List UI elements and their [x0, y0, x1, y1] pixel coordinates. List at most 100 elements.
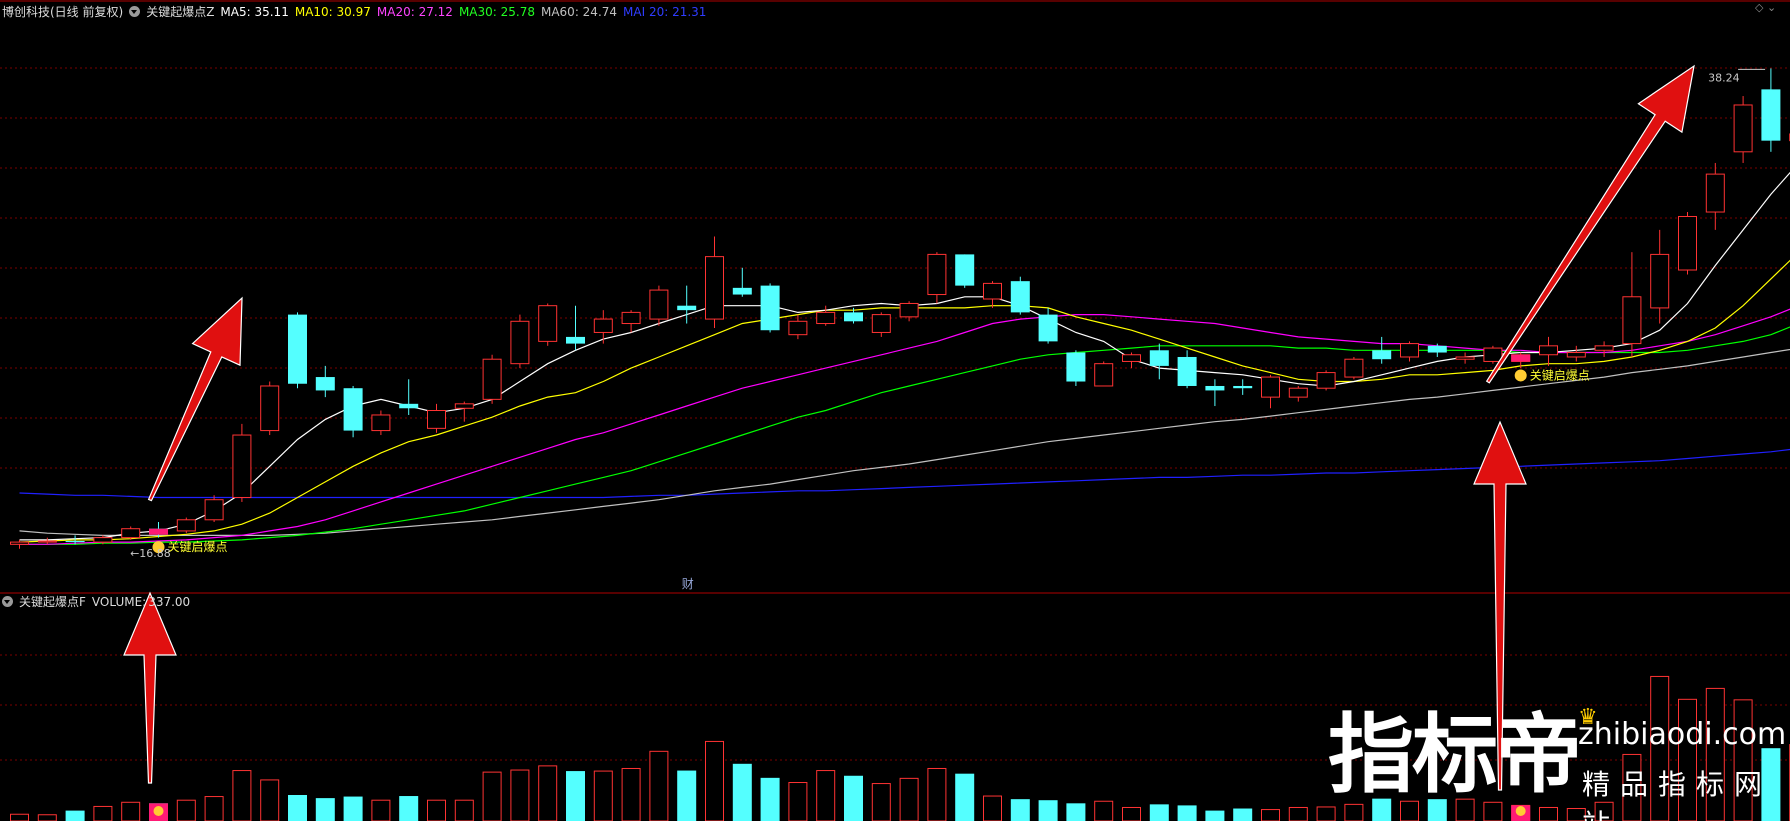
candle [1733, 96, 1753, 163]
ma10-value: MA10: 30.97 [294, 5, 371, 19]
candle-body [371, 414, 391, 432]
volume-bar [760, 777, 780, 821]
candle [1400, 341, 1419, 362]
volume-bar [1010, 799, 1030, 821]
candle-body [1650, 253, 1670, 309]
chart-window: { "header": { "stock": "博创科技(日线 前复权)", "… [0, 0, 1790, 821]
volume-bar [510, 769, 530, 821]
candle [705, 236, 724, 328]
volume-value: 337.00 [148, 595, 191, 609]
candle-body [844, 312, 863, 322]
volume-bar [566, 771, 585, 821]
volume-bar [10, 813, 29, 821]
signal-candle [149, 528, 168, 535]
candle-body [1149, 350, 1169, 366]
candle [1316, 370, 1336, 391]
volume-bar [927, 767, 947, 821]
candle-body [621, 311, 641, 325]
candle [1455, 352, 1475, 364]
candle-body [1455, 356, 1475, 360]
volume-bar [65, 810, 85, 821]
candle-body [538, 305, 558, 342]
candle-body [1594, 345, 1614, 351]
candle-body [899, 302, 919, 318]
stock-name: 博创科技(日线 前复权) [2, 5, 124, 19]
volume-label: VOLUME: [91, 595, 147, 609]
candle [315, 365, 335, 398]
candle-body [1622, 296, 1642, 345]
candle [204, 495, 224, 523]
candle [343, 385, 363, 438]
candle-body [1344, 358, 1364, 378]
volume-indicator-dropdown-icon[interactable] [2, 596, 13, 607]
candle-body [1066, 352, 1086, 382]
candle-body [176, 519, 196, 532]
candle-body [482, 358, 502, 400]
candle [566, 305, 585, 351]
panel-controls[interactable]: ◇ ⌄ [1755, 1, 1776, 14]
mai20-value: MAI 20: 21.31 [623, 5, 707, 19]
candle [927, 252, 947, 304]
candle [1566, 345, 1586, 362]
indicator-name[interactable]: 关键起爆点Z [146, 5, 214, 19]
volume-bar [871, 783, 891, 821]
candle-body [343, 388, 363, 431]
candle [1177, 350, 1197, 389]
ma30-value: MA30: 25.78 [458, 5, 535, 19]
watermark-cn: 指标帝 [1328, 705, 1582, 805]
volume-indicator-name[interactable]: 关键起爆点F [19, 595, 86, 609]
main-header: 博创科技(日线 前复权) 关键起爆点Z MA5: 35.11 MA10: 30.97 M… [2, 3, 712, 21]
volume-bar [121, 801, 141, 821]
arrow-up-left-main [147, 296, 243, 502]
candle-body [1010, 281, 1030, 313]
candle-body [37, 540, 57, 543]
signal-candle [1511, 354, 1531, 362]
candle [732, 267, 752, 297]
candle-body [677, 305, 697, 311]
candle [1066, 350, 1086, 386]
candle [1233, 379, 1253, 395]
candle [871, 312, 891, 337]
candle [1705, 162, 1725, 230]
volume-bar [343, 796, 363, 821]
ma20-value: MA20: 27.12 [376, 5, 453, 19]
volume-bar [649, 750, 669, 821]
candle-body [204, 499, 224, 521]
candle-body [288, 314, 307, 384]
candle [288, 312, 307, 389]
candle [1594, 341, 1614, 357]
candle-body [649, 289, 669, 320]
candle [427, 403, 446, 433]
high-price-label: 38.24 [1708, 71, 1740, 84]
candle [1261, 374, 1280, 409]
volume-bar [1122, 806, 1141, 821]
candle-body [121, 528, 141, 539]
candle-body [1288, 387, 1308, 398]
candle-body [983, 282, 1002, 300]
ma60-value: MA60: 24.74 [540, 5, 618, 19]
candle [1344, 356, 1364, 380]
candle [482, 354, 502, 404]
indicator-dropdown-icon[interactable] [129, 6, 141, 17]
candle [37, 537, 57, 545]
candle-body [1038, 314, 1058, 342]
candle-body [1316, 372, 1336, 389]
volume-bar [732, 763, 752, 821]
candle [593, 310, 613, 344]
volume-bar [844, 775, 863, 821]
ma5-value: MA5: 35.11 [220, 5, 289, 19]
candle-body [705, 256, 724, 320]
candle-body [1233, 385, 1253, 389]
arrow-up-left-volume [123, 591, 177, 784]
candle [1010, 276, 1030, 315]
candle [1205, 379, 1225, 407]
volume-bar [1038, 800, 1058, 821]
candle [1678, 212, 1697, 275]
candle-body [1705, 173, 1725, 213]
volume-bar [1094, 800, 1114, 821]
candle-body [1261, 376, 1280, 398]
candle [538, 303, 558, 346]
candle [121, 526, 141, 540]
candle [176, 517, 196, 534]
candle-body [65, 540, 85, 543]
